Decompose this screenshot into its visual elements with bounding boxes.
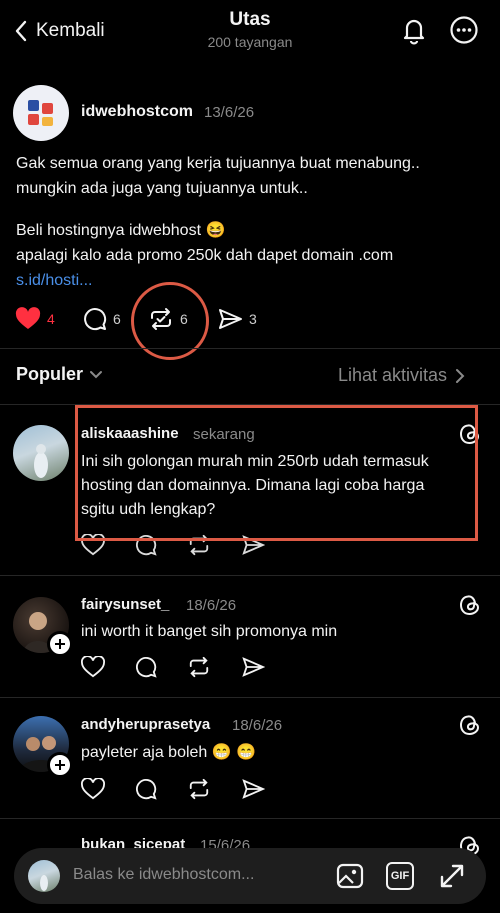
post-text-line: Beli hostingnya idwebhost 😆 bbox=[16, 222, 226, 239]
header-bar: Kembali Utas 200 tayangan bbox=[0, 0, 500, 62]
comment-icon[interactable] bbox=[135, 656, 157, 678]
comment-button[interactable]: 6 bbox=[83, 307, 121, 331]
divider bbox=[0, 697, 500, 698]
divider bbox=[0, 818, 500, 819]
post-text-line: apalagi kalo ada promo 250k dah dapet do… bbox=[16, 247, 394, 264]
post-username[interactable]: idwebhostcom bbox=[81, 103, 193, 121]
send-icon[interactable] bbox=[241, 778, 265, 800]
avatar bbox=[28, 860, 60, 892]
send-icon[interactable] bbox=[241, 656, 265, 678]
threads-icon[interactable] bbox=[458, 713, 482, 737]
post-text-line: mungkin ada juga yang tujuannya untuk.. bbox=[16, 180, 308, 197]
reply-actions bbox=[81, 656, 265, 678]
heart-filled-icon bbox=[15, 307, 41, 329]
post-text-line: Gak semua orang yang kerja tujuannya bua… bbox=[16, 155, 420, 172]
activity-label: Lihat aktivitas bbox=[338, 365, 448, 385]
image-icon[interactable] bbox=[336, 862, 364, 890]
follow-plus-icon[interactable] bbox=[47, 752, 73, 778]
avatar-photo bbox=[40, 875, 48, 891]
threads-icon[interactable] bbox=[458, 593, 482, 617]
divider bbox=[0, 575, 500, 576]
like-button[interactable]: 4 bbox=[15, 307, 55, 331]
reply-username[interactable]: fairysunset_ bbox=[81, 596, 169, 613]
heart-icon[interactable] bbox=[81, 778, 105, 800]
view-activity-link[interactable]: Lihat aktivitas bbox=[338, 365, 465, 386]
post-date: 13/6/26 bbox=[204, 104, 255, 121]
sort-label: Populer bbox=[16, 364, 84, 384]
share-button[interactable]: 3 bbox=[217, 307, 257, 331]
reply-actions bbox=[81, 778, 265, 800]
like-count: 4 bbox=[47, 311, 55, 327]
repost-icon[interactable] bbox=[187, 656, 211, 678]
reply-username[interactable]: andyheruprasetya bbox=[81, 716, 210, 733]
send-icon bbox=[219, 309, 242, 329]
follow-plus-icon[interactable] bbox=[47, 631, 73, 657]
comment-icon[interactable] bbox=[135, 778, 157, 800]
annotation-rectangle bbox=[75, 405, 478, 541]
chevron-down-icon bbox=[90, 370, 103, 378]
gif-icon[interactable]: GIF bbox=[386, 862, 414, 890]
reply-time: 18/6/26 bbox=[186, 597, 237, 614]
reply-text-line: ini worth it banget sih promonya min bbox=[81, 623, 338, 640]
sort-dropdown[interactable]: Populer bbox=[16, 364, 103, 385]
avatar-photo bbox=[34, 444, 48, 478]
share-count: 3 bbox=[249, 311, 257, 327]
divider bbox=[0, 348, 500, 349]
comment-count: 6 bbox=[113, 311, 121, 327]
reply-text-line: payleter aja boleh 😁 😁 bbox=[81, 744, 257, 761]
reply-time: 18/6/26 bbox=[232, 717, 283, 734]
avatar[interactable] bbox=[13, 425, 69, 481]
chevron-right-icon bbox=[456, 368, 465, 383]
avatar[interactable] bbox=[13, 85, 69, 141]
comment-icon bbox=[84, 308, 107, 331]
more-options-icon[interactable] bbox=[449, 15, 479, 45]
expand-icon[interactable] bbox=[438, 862, 466, 890]
heart-icon[interactable] bbox=[81, 656, 105, 678]
post-link[interactable]: s.id/hosti... bbox=[16, 272, 92, 290]
reply-input[interactable]: Balas ke idwebhostcom... bbox=[73, 866, 254, 884]
bell-icon[interactable] bbox=[399, 15, 429, 45]
reply-composer[interactable]: Balas ke idwebhostcom... GIF bbox=[14, 848, 486, 904]
repost-icon[interactable] bbox=[187, 778, 211, 800]
idwebhost-logo bbox=[28, 100, 53, 126]
